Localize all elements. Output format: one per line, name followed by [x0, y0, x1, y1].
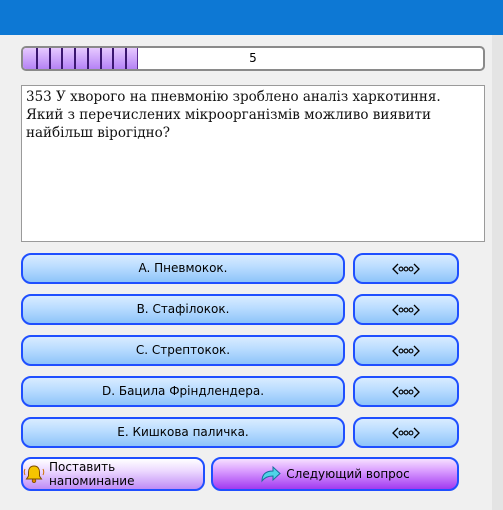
answer-e-button[interactable]: E. Кишкова паличка. — [21, 417, 345, 448]
set-reminder-label: Поставить напоминание — [49, 460, 135, 488]
hint-button-d[interactable] — [353, 376, 459, 407]
hint-dots-icon — [392, 344, 420, 358]
set-reminder-button[interactable]: Поставить напоминание — [21, 457, 205, 491]
next-question-label: Следующий вопрос — [286, 467, 410, 481]
share-arrow-icon — [260, 465, 282, 483]
next-question-button[interactable]: Следующий вопрос — [211, 457, 459, 491]
window-titlebar — [0, 0, 503, 35]
answer-d-button[interactable]: D. Бацила Фріндлендера. — [21, 376, 345, 407]
answer-a-button[interactable]: A. Пневмокок. — [21, 253, 345, 284]
hint-dots-icon — [392, 385, 420, 399]
hint-dots-icon — [392, 303, 420, 317]
question-text: 353 У хворого на пневмонію зроблено анал… — [21, 85, 485, 242]
progress-value: 5 — [249, 51, 257, 65]
hint-dots-icon — [392, 262, 420, 276]
hint-button-e[interactable] — [353, 417, 459, 448]
hint-dots-icon — [392, 426, 420, 440]
answer-b-button[interactable]: B. Стафілокок. — [21, 294, 345, 325]
bell-icon — [23, 464, 45, 484]
window-right-edge — [492, 35, 503, 510]
hint-button-c[interactable] — [353, 335, 459, 366]
answer-c-button[interactable]: C. Стрептокок. — [21, 335, 345, 366]
hint-button-b[interactable] — [353, 294, 459, 325]
progress-bar: 5 — [21, 46, 485, 71]
hint-button-a[interactable] — [353, 253, 459, 284]
